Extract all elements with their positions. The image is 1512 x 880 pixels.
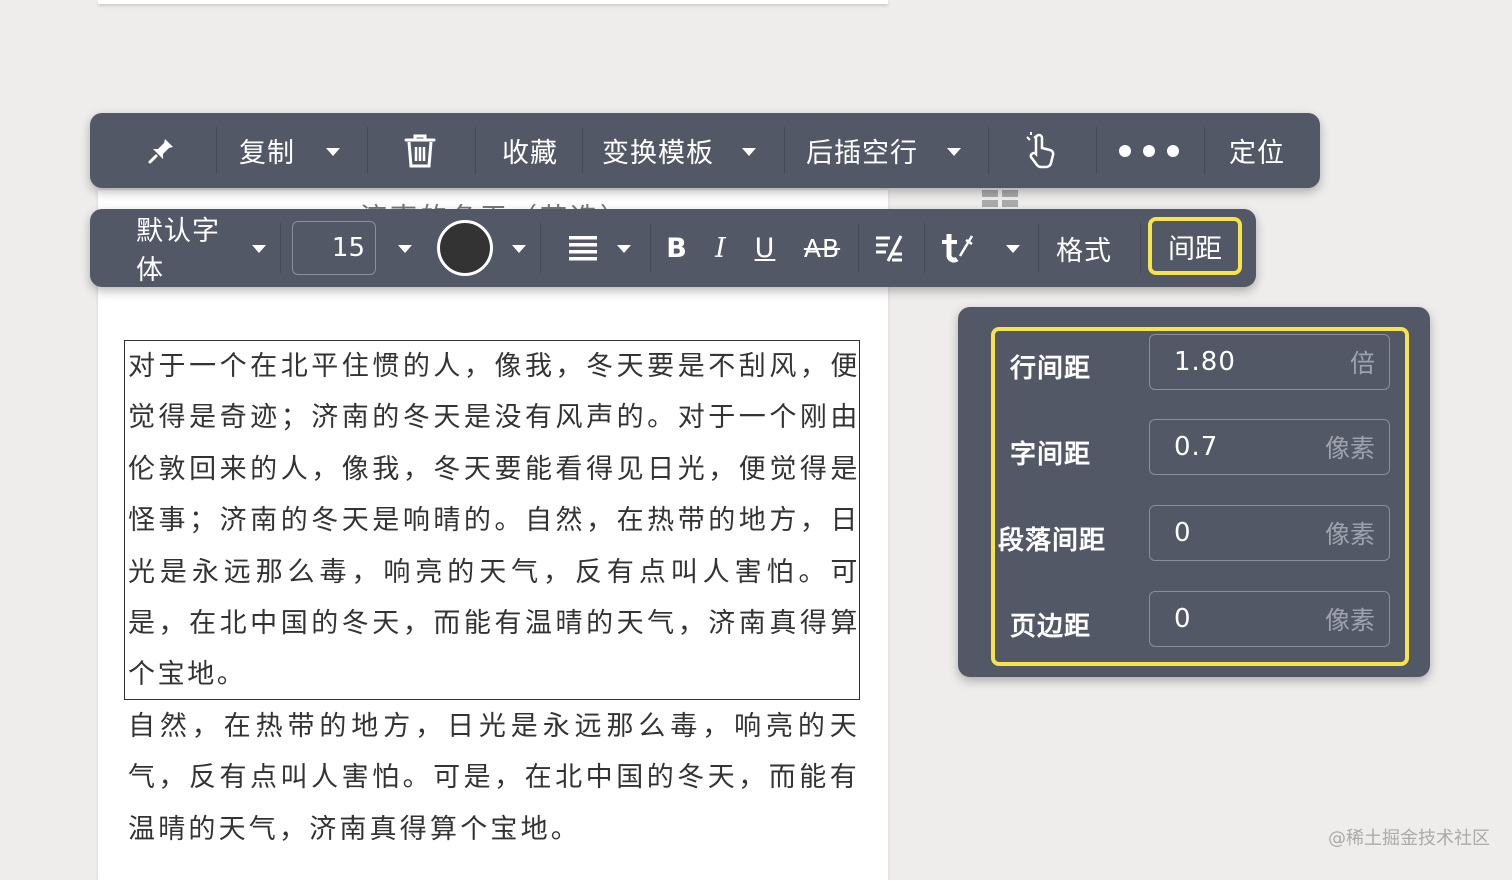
format-button[interactable]: 格式 [1054,209,1114,287]
page-margin-input[interactable]: 0 像素 [1149,591,1390,647]
previous-page-edge [98,0,888,4]
insert-empty-line-button[interactable]: 后插空行 [806,113,918,188]
text-color-swatch[interactable] [437,220,493,276]
watermark: @稀土掘金技术社区 [1328,828,1490,849]
paragraph-selected[interactable]: 对于一个在北平住惯的人，像我，冬天要是不刮风，便觉得是奇迹；济南的冬天是没有风声… [128,341,860,701]
separator [1038,223,1039,273]
favorite-button[interactable]: 收藏 [498,113,562,188]
format-toolbar: 默认字体 15 B I U AB 格式 间距 [90,209,1256,287]
select-pointer-button[interactable] [1018,113,1066,188]
separator [367,127,368,174]
more-dots-icon [1119,144,1179,157]
clear-format-button[interactable] [872,209,906,287]
line-spacing-label: 行间距 [1010,354,1092,384]
paragraph[interactable]: 自然，在热带的地方，日光是永远那么毒，响亮的天气，反有点叫人害怕。可是，在北中国… [128,701,860,855]
page-margin-unit: 像素 [1324,606,1375,635]
hand-pointer-icon [1026,131,1055,168]
paragraph-spacing-value: 0 [1174,518,1192,548]
separator [1096,127,1097,174]
more-button[interactable] [1116,113,1182,188]
line-spacing-value: 1.80 [1174,347,1236,377]
locate-button[interactable]: 定位 [1226,113,1288,188]
template-dropdown-caret[interactable] [742,148,756,156]
text-color-caret[interactable] [512,245,526,253]
line-spacing-unit: 倍 [1349,349,1375,378]
page-margin-value: 0 [1174,604,1192,634]
paragraph-spacing-input[interactable]: 0 像素 [1149,505,1390,561]
separator [650,223,651,273]
separator [924,223,925,273]
change-template-button[interactable]: 变换模板 [602,113,714,188]
underline-button[interactable]: U [750,209,780,287]
spacing-button[interactable]: 间距 [1148,217,1242,275]
text-style-icon [942,234,974,263]
font-family-select[interactable]: 默认字体 [136,209,246,287]
trash-icon [404,134,436,167]
separator [1140,223,1141,273]
separator [858,223,859,273]
block-toolbar: 复制 收藏 变换模板 后插空行 定位 [90,113,1320,188]
copy-button[interactable]: 复制 [236,113,298,188]
separator [582,127,583,174]
insert-line-dropdown-caret[interactable] [947,148,961,156]
separator [475,127,476,174]
separator [540,223,541,273]
strikethrough-button[interactable]: AB [802,209,842,287]
letter-spacing-value: 0.7 [1174,432,1219,462]
bold-button[interactable]: B [662,209,692,287]
spacing-panel: 行间距 1.80 倍 字间距 0.7 像素 段落间距 0 像素 页边距 0 像素 [958,307,1430,677]
paragraph-spacing-label: 段落间距 [998,526,1107,556]
letter-spacing-label: 字间距 [1010,440,1092,470]
copy-dropdown-caret[interactable] [326,148,340,156]
text-style-button[interactable] [938,209,976,287]
separator [784,127,785,174]
separator [1204,127,1205,174]
font-size-input[interactable]: 15 [292,221,376,275]
italic-button[interactable]: I [708,209,734,287]
grid-icon [982,190,1018,207]
pin-button[interactable] [134,113,188,188]
letter-spacing-input[interactable]: 0.7 像素 [1149,419,1390,475]
align-button[interactable] [566,209,600,287]
pin-icon [148,138,173,163]
font-family-caret[interactable] [252,245,266,253]
line-spacing-input[interactable]: 1.80 倍 [1149,334,1390,390]
align-justify-icon [569,236,597,261]
clear-format-icon [876,235,903,262]
delete-button[interactable] [396,113,444,188]
font-size-caret[interactable] [398,245,412,253]
paragraph-spacing-unit: 像素 [1324,520,1375,549]
separator [216,127,217,174]
text-style-caret[interactable] [1006,245,1020,253]
page-margin-label: 页边距 [1010,612,1092,642]
separator [988,127,989,174]
letter-spacing-unit: 像素 [1324,434,1375,463]
align-caret[interactable] [617,245,631,253]
separator [280,223,281,273]
